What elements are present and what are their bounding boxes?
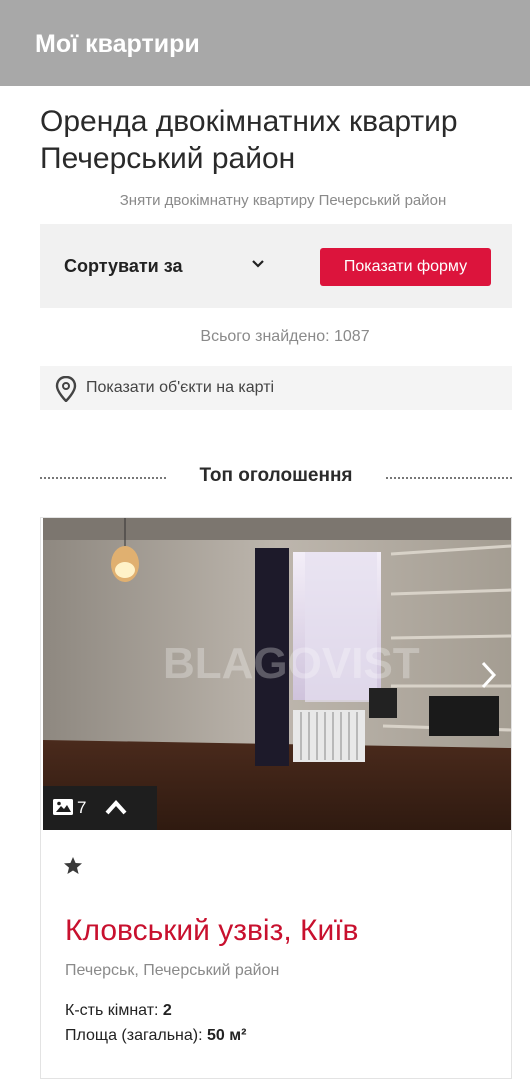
chevron-up-icon[interactable] — [105, 798, 127, 816]
sort-bar: Сортувати за Показати форму — [40, 224, 512, 308]
watermark-text: BLAGOVIST — [163, 639, 420, 688]
page-title: Оренда двокімнатних квартир Печерський р… — [40, 105, 458, 175]
rooms-label: К-сть кімнат: — [65, 1002, 159, 1019]
photo-count-badge[interactable]: 7 — [43, 786, 157, 830]
show-form-button[interactable]: Показати форму — [320, 248, 491, 286]
rooms-value: 2 — [162, 1002, 172, 1019]
listing-card[interactable]: BLAGOVIST 7 Кловський узвіз, Київ Печерс… — [40, 517, 512, 1079]
rooms-row: К-сть кімнат: 2 — [65, 1002, 172, 1020]
app-title[interactable]: Мої квартири — [35, 30, 200, 59]
show-on-map-label: Показати об'єкти на карті — [86, 379, 275, 396]
area-row: Площа (загальна): 50 м² — [65, 1027, 246, 1045]
top-ads-label: Топ оголошення — [199, 465, 353, 486]
area-label: Площа (загальна): — [65, 1027, 203, 1044]
map-pin-icon — [55, 376, 77, 402]
photo-count: 7 — [77, 798, 87, 817]
listing-photo[interactable]: BLAGOVIST 7 — [43, 518, 511, 830]
chevron-right-icon[interactable] — [479, 660, 499, 690]
results-count: Всього знайдено: 1087 — [200, 328, 370, 345]
page-subtitle: Зняти двокімнатну квартиру Печерський ра… — [119, 192, 447, 209]
sort-dropdown-label[interactable]: Сортувати за — [64, 256, 182, 277]
divider-line — [386, 477, 512, 479]
image-gallery-icon — [53, 799, 73, 815]
top-ads-divider: Топ оголошення — [40, 463, 512, 487]
divider-line — [40, 477, 166, 479]
show-on-map-link[interactable]: Показати об'єкти на карті — [40, 366, 512, 410]
area-value: 50 м² — [207, 1027, 247, 1044]
listing-title[interactable]: Кловський узвіз, Київ — [65, 914, 359, 948]
favorite-star-icon[interactable] — [63, 856, 83, 876]
listing-district: Печерськ, Печерський район — [65, 962, 280, 979]
chevron-down-icon[interactable] — [250, 256, 266, 272]
app-bar: Мої квартири — [0, 0, 530, 86]
